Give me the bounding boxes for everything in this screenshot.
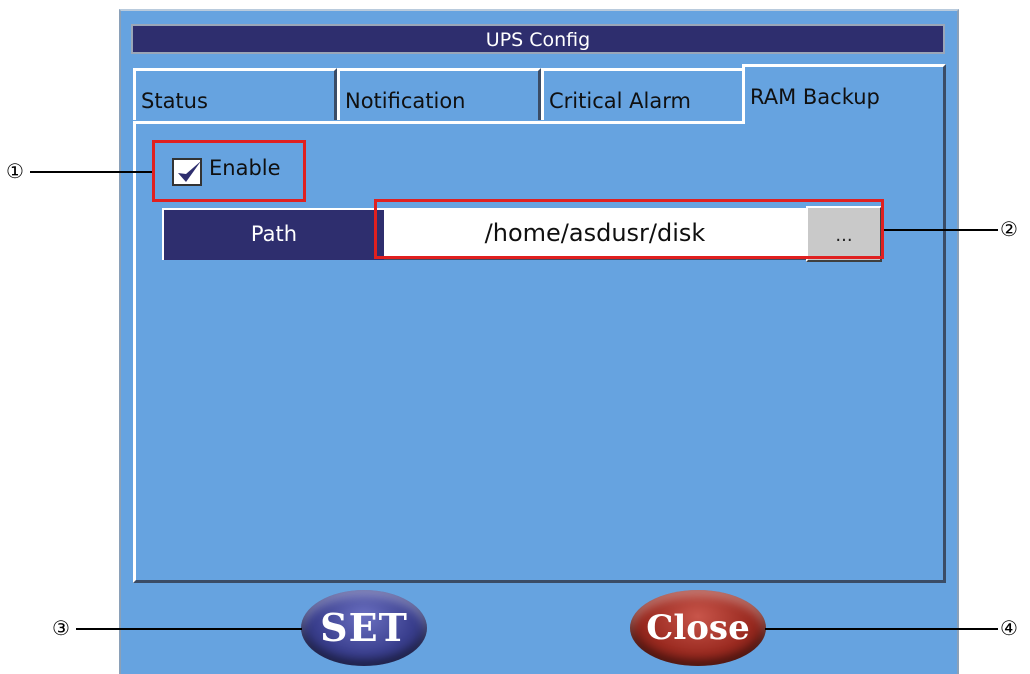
path-input[interactable] bbox=[384, 208, 806, 260]
callout-number-4: ④ bbox=[1000, 616, 1018, 640]
window-title: UPS Config bbox=[131, 24, 945, 54]
callout-line-1 bbox=[30, 171, 152, 173]
browse-button[interactable]: ... bbox=[806, 206, 882, 262]
tab-notification[interactable]: Notification bbox=[337, 68, 541, 120]
enable-checkbox[interactable] bbox=[172, 158, 202, 186]
callout-number-1: ① bbox=[6, 159, 24, 183]
ram-backup-panel bbox=[133, 121, 946, 583]
callout-number-3: ③ bbox=[52, 616, 70, 640]
enable-label: Enable bbox=[209, 156, 281, 180]
tab-critical-alarm[interactable]: Critical Alarm bbox=[541, 68, 745, 120]
tab-status[interactable]: Status bbox=[133, 68, 337, 120]
tab-ram-backup[interactable]: RAM Backup bbox=[742, 64, 946, 124]
checkmark-icon bbox=[178, 161, 201, 182]
callout-line-3 bbox=[76, 628, 302, 630]
close-button[interactable]: Close bbox=[630, 590, 766, 666]
callout-line-2 bbox=[884, 229, 998, 231]
callout-line-4 bbox=[765, 628, 998, 630]
set-button[interactable]: SET bbox=[301, 590, 427, 666]
callout-number-2: ② bbox=[1000, 217, 1018, 241]
path-label: Path bbox=[162, 208, 384, 260]
